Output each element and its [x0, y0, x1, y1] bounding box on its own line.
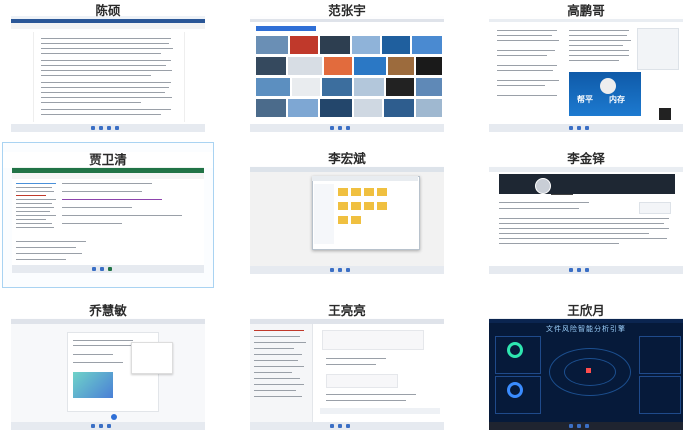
participant-name: 乔慧敏	[2, 303, 214, 319]
participant-name: 王欣月	[480, 303, 692, 319]
article-badge: 内存	[609, 95, 625, 104]
taskbar	[489, 422, 683, 430]
participant-tile[interactable]: 王亮亮	[241, 296, 453, 434]
taskbar	[12, 265, 204, 273]
participant-name: 王亮亮	[241, 303, 453, 319]
taskbar	[11, 422, 205, 430]
participant-name: 贾卫清	[3, 152, 213, 168]
shared-screen-word-document	[11, 16, 205, 132]
participant-name: 李金铎	[480, 151, 692, 167]
shared-screen-dashboard: 文件风险智能分析引擎	[489, 318, 683, 430]
taskbar	[250, 422, 444, 430]
taskbar	[11, 124, 205, 132]
participant-name: 范张宇	[241, 3, 453, 19]
taskbar	[250, 124, 444, 132]
participant-tile[interactable]: 王欣月 文件风险智能分析引擎	[480, 296, 692, 434]
participant-tile[interactable]: 高鹏哥 帮平 内存	[480, 3, 692, 142]
participant-tile[interactable]: 李金铎	[480, 146, 692, 284]
shared-screen-image-search	[250, 16, 444, 132]
shared-screen-file-dialog	[250, 166, 444, 274]
shared-screen-web-article: 帮平 内存	[489, 16, 683, 132]
participant-name: 陈硕	[2, 3, 214, 19]
shared-screen-profile-page	[489, 166, 683, 274]
shared-screen-spreadsheet	[12, 167, 204, 273]
article-badge: 帮平	[577, 95, 593, 104]
participant-name: 高鹏哥	[480, 3, 692, 19]
participant-tile[interactable]: 范张宇	[241, 3, 453, 142]
shared-screen-browser-page	[11, 318, 205, 430]
participant-tile[interactable]: 乔慧敏	[2, 296, 214, 434]
taskbar	[489, 124, 683, 132]
participant-tile-selected[interactable]: 贾卫清	[2, 142, 214, 288]
participant-tile[interactable]: 李宏斌	[241, 146, 453, 284]
shared-screen-code-browser	[250, 318, 444, 430]
dashboard-title: 文件风险智能分析引擎	[546, 325, 626, 333]
taskbar	[250, 266, 444, 274]
taskbar	[489, 266, 683, 274]
participant-name: 李宏斌	[241, 151, 453, 167]
participant-tile[interactable]: 陈硕	[2, 3, 214, 142]
